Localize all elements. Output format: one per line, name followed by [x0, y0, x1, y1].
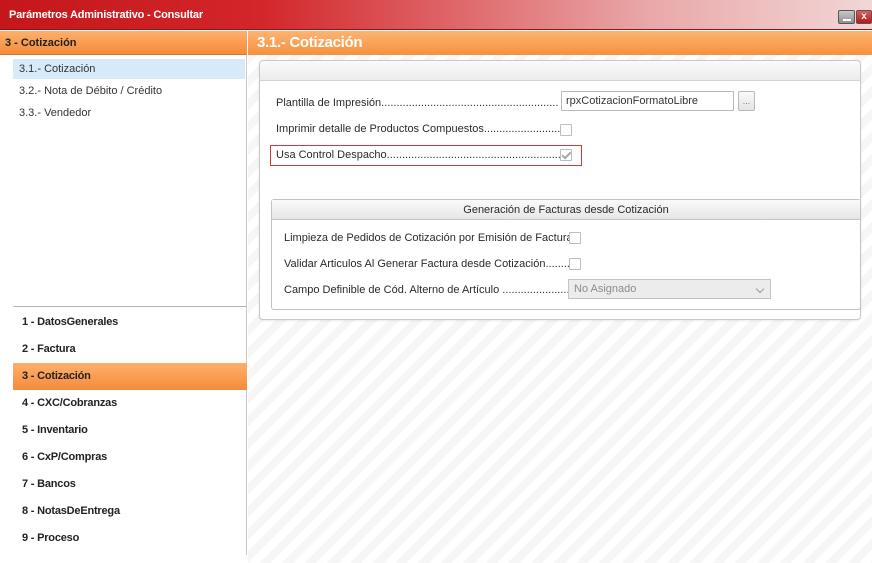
limpieza-checkbox[interactable] [569, 232, 581, 244]
campo-select-value: No Asignado [574, 283, 637, 295]
plantilla-field[interactable]: rpxCotizacionFormatoLibre [561, 91, 734, 111]
imprimir-label: Imprimir detalle de Productos Compuestos… [276, 123, 561, 135]
content-header: 3.1.- Cotización [248, 31, 872, 55]
validar-label: Validar Articulos Al Generar Factura des… [284, 258, 570, 270]
nav-item-inventario[interactable]: 5 - Inventario [13, 417, 247, 444]
nav-item-cxc-cobranzas[interactable]: 4 - CXC/Cobranzas [13, 390, 247, 417]
close-icon: x [861, 11, 867, 22]
browse-button[interactable]: ... [738, 91, 755, 111]
nav-item-factura[interactable]: 2 - Factura [13, 336, 247, 363]
content-panel: 3.1.- Cotización Plantilla de Impresión.… [248, 31, 872, 563]
validar-checkbox[interactable] [569, 258, 581, 270]
chevron-down-icon [755, 284, 765, 294]
window-title: Parámetros Administrativo - Consultar [9, 9, 203, 21]
card-header [260, 61, 860, 81]
limpieza-label: Limpieza de Pedidos de Cotización por Em… [284, 232, 573, 244]
subsection-item-vendedor[interactable]: 3.3.- Vendedor [13, 103, 245, 123]
subsection-list: 3.1.- Cotización 3.2.- Nota de Débito / … [0, 55, 247, 306]
close-button[interactable]: x [856, 10, 872, 24]
campo-label: Campo Definible de Cód. Alterno de Artíc… [284, 284, 570, 296]
title-bar: Parámetros Administrativo - Consultar x [0, 0, 872, 30]
nav-item-cxp-compras[interactable]: 6 - CxP/Compras [13, 444, 247, 471]
nav-item-datos-generales[interactable]: 1 - DatosGenerales [13, 309, 247, 336]
minimize-button[interactable] [838, 10, 855, 24]
section-header: 3 - Cotización [0, 31, 247, 55]
subsection-item-cotizacion[interactable]: 3.1.- Cotización [13, 59, 245, 79]
settings-card: Plantilla de Impresión..................… [259, 60, 861, 320]
campo-select[interactable]: No Asignado [568, 279, 771, 299]
facturas-group: Generación de Facturas desde Cotización … [271, 199, 861, 310]
nav-item-notas-de-entrega[interactable]: 8 - NotasDeEntrega [13, 498, 247, 525]
usa-control-label: Usa Control Despacho....................… [276, 149, 564, 161]
imprimir-checkbox[interactable] [560, 124, 572, 136]
section-header-label: 3 - Cotización [5, 37, 77, 49]
subsection-item-nota-debito-credito[interactable]: 3.2.- Nota de Débito / Crédito [13, 81, 245, 101]
content-title: 3.1.- Cotización [257, 34, 363, 51]
nav-item-cotizacion[interactable]: 3 - Cotización [13, 363, 247, 390]
plantilla-label: Plantilla de Impresión..................… [276, 97, 559, 109]
nav-item-proceso[interactable]: 9 - Proceso [13, 525, 247, 552]
usa-control-checkbox[interactable] [560, 149, 572, 161]
group-title: Generación de Facturas desde Cotización [272, 200, 860, 220]
nav-item-bancos[interactable]: 7 - Bancos [13, 471, 247, 498]
module-nav: 1 - DatosGenerales 2 - Factura 3 - Cotiz… [13, 307, 247, 555]
